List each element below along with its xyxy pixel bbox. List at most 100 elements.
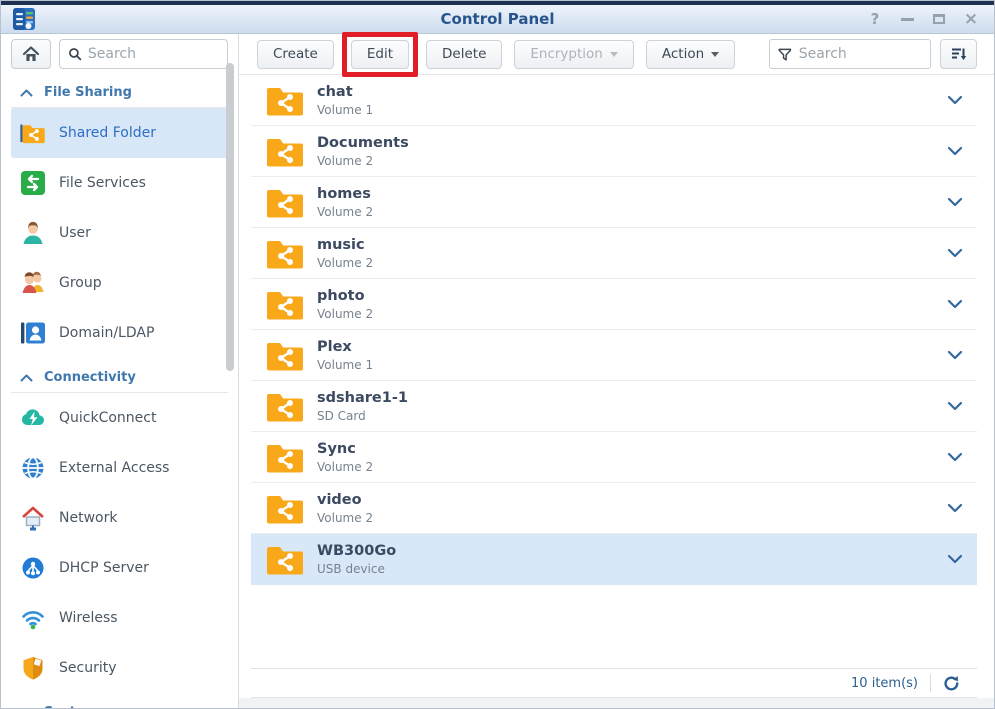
divider: [930, 674, 931, 692]
folder-name: chat: [317, 84, 373, 101]
row-expand-chevron[interactable]: [943, 346, 967, 364]
sidebar-item-label: File Services: [59, 175, 146, 191]
shared-folder-row[interactable]: sdshare1-1SD Card: [251, 381, 977, 432]
minimize-icon[interactable]: [898, 10, 916, 28]
filter-search[interactable]: [769, 39, 931, 69]
action-dropdown-button[interactable]: Action: [646, 40, 735, 69]
create-button[interactable]: Create: [257, 40, 334, 69]
row-expand-chevron[interactable]: [943, 499, 967, 517]
sidebar-scrollbar[interactable]: [226, 63, 234, 371]
folder-name: WB300Go: [317, 543, 396, 560]
row-expand-chevron[interactable]: [943, 550, 967, 568]
sort-button[interactable]: [940, 39, 977, 69]
edit-button[interactable]: Edit: [351, 40, 409, 69]
folder-location: USB device: [317, 562, 396, 576]
caret-down-icon: [711, 52, 719, 57]
shared-folder-icon: [265, 286, 305, 322]
folder-name: Documents: [317, 135, 409, 152]
shared-folder-row-selected[interactable]: WB300Go USB device: [251, 534, 977, 585]
sidebar-item-shared-folder[interactable]: Shared Folder: [11, 108, 228, 158]
network-icon: [20, 505, 46, 531]
chevron-down-icon: [947, 248, 963, 258]
shared-folder-row[interactable]: homesVolume 2: [251, 177, 977, 228]
app-icon: [12, 7, 36, 31]
row-expand-chevron[interactable]: [943, 142, 967, 160]
shared-folder-row[interactable]: musicVolume 2: [251, 228, 977, 279]
security-icon: [20, 655, 46, 681]
sidebar-item-file-services[interactable]: File Services: [11, 158, 228, 208]
shared-folder-icon: [265, 490, 305, 526]
sidebar-item-wireless[interactable]: Wireless: [11, 593, 228, 643]
sidebar-item-label: Security: [59, 660, 117, 676]
shared-folder-row[interactable]: chat Volume 1: [251, 75, 977, 126]
shared-folder-icon: [20, 120, 46, 146]
shared-folder-icon: [265, 439, 305, 475]
sidebar-item-label: Shared Folder: [59, 125, 156, 141]
section-connectivity[interactable]: Connectivity: [1, 358, 238, 392]
row-expand-chevron[interactable]: [943, 91, 967, 109]
close-icon[interactable]: ×: [962, 10, 980, 28]
external-access-icon: [20, 455, 46, 481]
sidebar-item-group[interactable]: Group: [11, 258, 228, 308]
folder-location: Volume 2: [317, 205, 373, 219]
row-expand-chevron[interactable]: [943, 193, 967, 211]
chevron-down-icon: [947, 197, 963, 207]
folder-location: Volume 2: [317, 460, 373, 474]
chevron-down-icon: [947, 452, 963, 462]
folder-name: video: [317, 492, 373, 509]
sidebar-item-user[interactable]: User: [11, 208, 228, 258]
folder-location: Volume 2: [317, 256, 373, 270]
folder-location: Volume 2: [317, 511, 373, 525]
folder-location: Volume 1: [317, 103, 373, 117]
sidebar-item-label: User: [59, 225, 91, 241]
sidebar-item-domain-ldap[interactable]: Domain/LDAP: [11, 308, 228, 358]
sidebar-item-quickconnect[interactable]: QuickConnect: [11, 393, 228, 443]
sidebar-item-label: DHCP Server: [59, 560, 149, 576]
shared-folder-list: chatVolume 1 DocumentsVolume 2 homesVolu…: [239, 74, 994, 668]
encryption-dropdown-button[interactable]: Encryption: [514, 40, 633, 69]
shared-folder-row[interactable]: video Volume 2: [251, 483, 977, 534]
section-system[interactable]: System: [1, 693, 238, 709]
chevron-down-icon: [947, 554, 963, 564]
row-expand-chevron[interactable]: [943, 244, 967, 262]
sidebar-item-security[interactable]: Security: [11, 643, 228, 693]
shared-folder-icon: [265, 82, 305, 118]
section-file-sharing[interactable]: File Sharing: [1, 73, 238, 107]
sidebar: File Sharing Shared Folder: [1, 34, 239, 709]
shared-folder-row[interactable]: DocumentsVolume 2: [251, 126, 977, 177]
chevron-down-icon: [947, 299, 963, 309]
refresh-button[interactable]: [943, 675, 960, 692]
shared-folder-row[interactable]: photo Volume 2: [251, 279, 977, 330]
shared-folder-row[interactable]: PlexVolume 1: [251, 330, 977, 381]
sidebar-search[interactable]: [59, 39, 228, 69]
maximize-icon[interactable]: [930, 10, 948, 28]
chevron-down-icon: [947, 350, 963, 360]
wireless-icon: [20, 605, 46, 631]
main-panel: Create Edit Delete Encryption Action: [239, 34, 994, 709]
home-button[interactable]: [11, 39, 51, 69]
delete-button[interactable]: Delete: [426, 40, 502, 69]
folder-name: Sync: [317, 441, 373, 458]
help-icon[interactable]: ?: [866, 10, 884, 28]
search-icon: [68, 46, 82, 62]
folder-name: photo: [317, 288, 373, 305]
row-expand-chevron[interactable]: [943, 295, 967, 313]
sidebar-item-network[interactable]: Network: [11, 493, 228, 543]
row-expand-chevron[interactable]: [943, 448, 967, 466]
shared-folder-row[interactable]: Sync Volume 2: [251, 432, 977, 483]
folder-location: Volume 2: [317, 307, 373, 321]
sidebar-item-dhcp-server[interactable]: DHCP Server: [11, 543, 228, 593]
file-services-icon: [20, 170, 46, 196]
shared-folder-icon: [265, 235, 305, 271]
window-controls: ? ×: [866, 10, 994, 28]
folder-location: SD Card: [317, 409, 408, 423]
sidebar-item-label: QuickConnect: [59, 410, 156, 426]
sidebar-search-input[interactable]: [88, 46, 219, 62]
row-expand-chevron[interactable]: [943, 397, 967, 415]
shared-folder-icon: [265, 184, 305, 220]
status-bar: 10 item(s): [251, 668, 977, 698]
quickconnect-icon: [20, 405, 46, 431]
filter-search-input[interactable]: [799, 46, 922, 62]
control-panel-window: Control Panel ? ×: [0, 0, 995, 709]
sidebar-item-external-access[interactable]: External Access: [11, 443, 228, 493]
